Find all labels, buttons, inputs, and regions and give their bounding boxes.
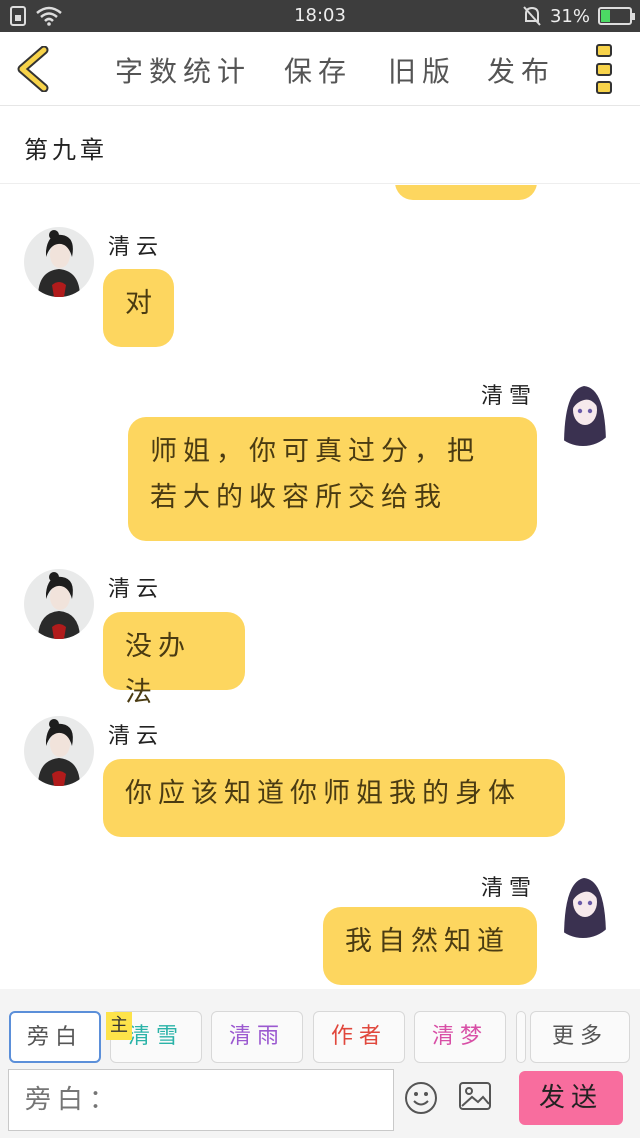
save-button[interactable]: 保存 — [284, 50, 352, 90]
editor-toolbar: 字数统计 保存 旧版 发布 — [0, 32, 640, 106]
message-bubble[interactable]: 没办法 — [103, 612, 245, 708]
chapter-title: 第九章 — [24, 136, 108, 164]
role-partial[interactable] — [516, 1011, 526, 1063]
image-button[interactable] — [458, 1081, 492, 1111]
role-narration[interactable]: 旁白 — [9, 1011, 101, 1063]
input-bar: 发送 — [0, 1065, 640, 1138]
avatar-qingyun[interactable] — [24, 716, 94, 786]
main-role-badge: 主 — [106, 1012, 132, 1040]
speaker-name: 清云 — [108, 724, 165, 749]
avatar-qingyun[interactable] — [24, 227, 94, 297]
role-selector-bar: 旁白 清雪 清雨 作者 清梦 更多 — [0, 989, 640, 1065]
message-input[interactable] — [8, 1069, 394, 1131]
character-portrait-icon — [24, 569, 94, 639]
smiley-icon — [405, 1082, 437, 1114]
image-icon — [459, 1082, 491, 1110]
menu-dot-icon — [596, 44, 612, 57]
publish-button[interactable]: 发布 — [487, 50, 555, 90]
character-portrait-icon — [24, 227, 94, 297]
status-bar: 18:03 31% — [0, 0, 640, 32]
speaker-name: 清雪 — [481, 876, 538, 901]
chevron-left-icon — [17, 45, 49, 93]
chat-area[interactable]: 清云 对 清雪 师姐，你可真过分，把 若大的收容所交给我 清云 没办法 清云 你… — [0, 185, 640, 989]
message-bubble[interactable]: 对 — [103, 269, 174, 347]
message-bubble[interactable]: 师姐，你可真过分，把 若大的收容所交给我 — [128, 417, 537, 541]
emoji-button[interactable] — [404, 1081, 438, 1115]
message-bubble-partial[interactable] — [395, 185, 537, 200]
menu-dot-icon — [596, 81, 612, 94]
chapter-header[interactable]: 第九章 — [0, 106, 640, 184]
more-roles-button[interactable]: 更多 — [530, 1011, 630, 1063]
character-portrait-icon — [548, 868, 618, 938]
back-button[interactable] — [14, 45, 54, 93]
avatar-qingxue[interactable] — [548, 868, 618, 938]
send-button[interactable]: 发送 — [519, 1071, 623, 1125]
avatar-qingyun[interactable] — [24, 569, 94, 639]
old-version-button[interactable]: 旧版 — [388, 50, 456, 90]
battery-percent: 31% — [549, 5, 590, 27]
mute-bell-icon — [523, 6, 541, 26]
battery-icon — [598, 7, 635, 25]
avatar-qingxue[interactable] — [548, 376, 618, 446]
message-bubble[interactable]: 我自然知道 — [323, 907, 537, 985]
speaker-name: 清雪 — [481, 384, 538, 409]
message-bubble[interactable]: 你应该知道你师姐我的身体 — [103, 759, 565, 837]
role-author[interactable]: 作者 — [313, 1011, 405, 1063]
role-qingmeng[interactable]: 清梦 — [414, 1011, 506, 1063]
speaker-name: 清云 — [108, 577, 165, 602]
speaker-name: 清云 — [108, 235, 165, 260]
character-portrait-icon — [548, 376, 618, 446]
word-count-button[interactable]: 字数统计 — [115, 50, 251, 90]
menu-dot-icon — [596, 62, 612, 76]
message-line: 师姐，你可真过分，把 — [150, 436, 480, 467]
message-line: 若大的收容所交给我 — [150, 482, 447, 513]
more-menu-button[interactable] — [596, 44, 614, 94]
role-qingyu[interactable]: 清雨 — [211, 1011, 303, 1063]
character-portrait-icon — [24, 716, 94, 786]
